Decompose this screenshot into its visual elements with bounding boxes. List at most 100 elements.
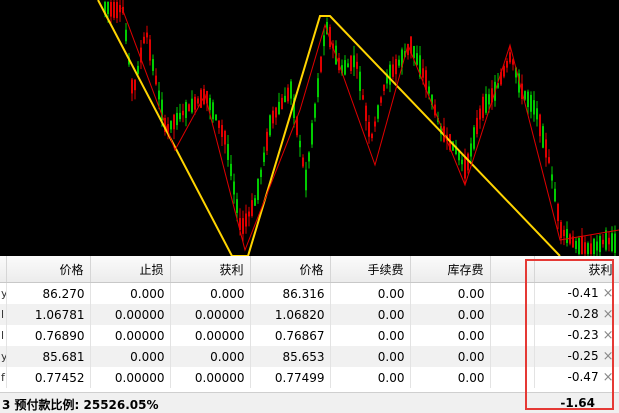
candle-body xyxy=(236,199,238,213)
candle-body xyxy=(113,2,115,18)
candle-body xyxy=(194,96,196,110)
column-header-commission[interactable]: 手续费 xyxy=(330,256,411,283)
stop-loss-cell[interactable]: 0.00000 xyxy=(90,304,171,325)
candle-body xyxy=(209,97,211,111)
candle-body xyxy=(422,68,424,78)
close-position-icon[interactable]: × xyxy=(603,286,614,301)
candle-body xyxy=(416,53,418,65)
stop-loss-cell[interactable]: 0.00000 xyxy=(90,367,171,388)
candle-body xyxy=(266,131,268,151)
commission-cell: 0.00 xyxy=(330,282,411,304)
stop-loss-cell[interactable]: 0.00000 xyxy=(90,325,171,346)
candle-body xyxy=(359,71,361,91)
candle-body xyxy=(185,102,187,118)
price-open-cell: 1.06781 xyxy=(6,304,91,325)
candle-body xyxy=(173,114,175,130)
take-profit-cell[interactable]: 0.00000 xyxy=(170,304,251,325)
take-profit-cell[interactable]: 0.00000 xyxy=(170,367,251,388)
candle-body xyxy=(356,61,358,69)
candle-body xyxy=(539,114,541,137)
close-position-icon[interactable]: × xyxy=(603,349,614,364)
candle-body xyxy=(377,105,379,119)
candle-body xyxy=(134,79,136,91)
column-header-stop-loss[interactable]: 止损 xyxy=(90,256,171,283)
candle-body xyxy=(251,200,253,216)
candle-body xyxy=(395,59,397,75)
column-header-take-profit[interactable]: 获利 xyxy=(170,256,251,283)
position-row[interactable]: l 1.06781 0.00000 0.00000 1.06820 0.00 0… xyxy=(0,304,619,325)
profit-value: -0.28 xyxy=(567,307,599,321)
candle-body xyxy=(428,86,430,94)
candle-body xyxy=(575,240,577,250)
position-row[interactable]: y 85.681 0.000 0.000 85.653 0.00 0.00 -0… xyxy=(0,346,619,367)
candle-body xyxy=(269,115,271,136)
candle-body xyxy=(170,120,172,130)
total-profit: -1.64 xyxy=(560,396,595,410)
candle-body xyxy=(584,242,586,254)
take-profit-cell[interactable]: 0.000 xyxy=(170,346,251,367)
candle-body xyxy=(143,36,145,44)
candle-body xyxy=(323,35,325,47)
candle-body xyxy=(146,32,148,38)
profit-value: -0.23 xyxy=(567,328,599,342)
price-chart[interactable] xyxy=(0,0,619,256)
stop-loss-cell[interactable]: 0.000 xyxy=(90,346,171,367)
candle-body xyxy=(179,112,181,120)
price-current-cell: 86.316 xyxy=(250,282,331,304)
candle-body xyxy=(152,59,154,71)
close-position-icon[interactable]: × xyxy=(603,328,614,343)
candle-body xyxy=(587,243,589,254)
close-position-icon[interactable]: × xyxy=(603,307,614,322)
candle-body xyxy=(605,230,607,250)
column-header-swap[interactable]: 库存费 xyxy=(410,256,491,283)
gap-cell xyxy=(490,304,535,325)
candle-body xyxy=(197,98,199,104)
candle-body xyxy=(257,178,259,200)
candle-body xyxy=(191,98,193,113)
candle-body xyxy=(536,108,538,120)
candle-body xyxy=(224,130,226,145)
candle-body xyxy=(290,81,292,99)
candle-body xyxy=(509,52,511,63)
column-header-profit[interactable]: 获利 xyxy=(534,256,619,283)
candle-body xyxy=(557,203,559,222)
close-position-icon[interactable]: × xyxy=(603,370,614,385)
price-open-cell: 86.270 xyxy=(6,282,91,304)
positions-table: 价格 止损 获利 价格 手续费 库存费 获利 y 86.270 0.000 0.… xyxy=(0,256,619,388)
stop-loss-cell[interactable]: 0.000 xyxy=(90,282,171,304)
price-current-cell: 0.77499 xyxy=(250,367,331,388)
candle-body xyxy=(320,56,322,72)
position-row[interactable]: f 0.77452 0.00000 0.00000 0.77499 0.00 0… xyxy=(0,367,619,388)
candle-body xyxy=(281,97,283,110)
candle-body xyxy=(614,233,616,253)
candle-body xyxy=(344,60,346,75)
price-current-cell: 85.653 xyxy=(250,346,331,367)
candle-body xyxy=(398,59,400,66)
position-row[interactable]: l 0.76890 0.00000 0.00000 0.76867 0.00 0… xyxy=(0,325,619,346)
candle-body xyxy=(131,79,133,94)
candle-body xyxy=(371,133,373,139)
candle-body xyxy=(596,241,598,251)
swap-cell: 0.00 xyxy=(410,367,491,388)
take-profit-cell[interactable]: 0.00000 xyxy=(170,325,251,346)
swap-cell: 0.00 xyxy=(410,304,491,325)
candle-body xyxy=(311,123,313,145)
candle-body xyxy=(611,233,613,252)
position-row[interactable]: y 86.270 0.000 0.000 86.316 0.00 0.00 -0… xyxy=(0,282,619,304)
candle-body xyxy=(107,2,109,14)
price-current-cell: 0.76867 xyxy=(250,325,331,346)
commission-cell: 0.00 xyxy=(330,304,411,325)
candle-body xyxy=(563,229,565,237)
candle-body xyxy=(212,102,214,120)
margin-level-text: 3 预付款比例: 25526.05% xyxy=(2,398,159,412)
profit-cell: -0.41 × xyxy=(534,282,619,304)
take-profit-cell[interactable]: 0.000 xyxy=(170,282,251,304)
column-header-price-current[interactable]: 价格 xyxy=(250,256,331,283)
candle-body xyxy=(260,169,262,177)
price-open-cell: 85.681 xyxy=(6,346,91,367)
candle-body xyxy=(230,163,232,177)
candle-body xyxy=(590,243,592,254)
price-open-cell: 0.76890 xyxy=(6,325,91,346)
column-header-price-open[interactable]: 价格 xyxy=(6,256,91,283)
gap-cell xyxy=(490,367,535,388)
